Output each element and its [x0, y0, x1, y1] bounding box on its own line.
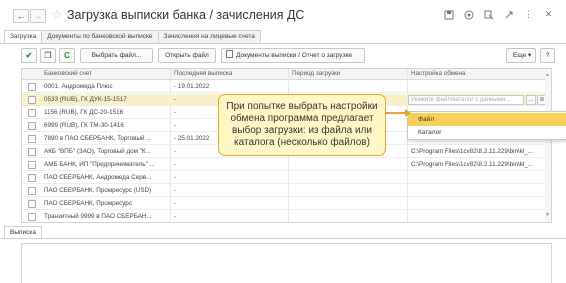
cell-account: 6999 (RUB), ГК ТМ-30-1416	[44, 122, 124, 129]
table-row[interactable]: АМБ БАНК, ИП "Предприниматель" ... - C:\Pr…	[22, 159, 551, 171]
callout-text: При попытке выбрать настройки обмена про…	[226, 101, 378, 148]
uncheck-all-button[interactable]: ❐	[40, 48, 56, 63]
tab-bar: Загрузка Документы по банковской выписке…	[4, 30, 261, 43]
row-checkbox[interactable]	[28, 135, 36, 143]
choose-file-button[interactable]: Выбрать файл...	[80, 48, 153, 63]
check-icon: ✔	[25, 51, 33, 60]
column-header-settings[interactable]: Настройка обмена	[411, 70, 466, 77]
table-row[interactable]: ПАО СБЕРБАНК, Промресурс (USD) -	[22, 185, 551, 197]
print-icon[interactable]	[463, 9, 474, 20]
scroll-down-icon[interactable]: ▼	[545, 212, 550, 218]
exchange-setting-dropdown: Файл Каталог	[407, 111, 566, 140]
tab-divider	[0, 43, 566, 44]
row-checkbox[interactable]	[28, 96, 36, 104]
cell-last-statement: -	[174, 187, 177, 194]
check-all-button[interactable]: ✔	[21, 48, 37, 63]
more-button[interactable]: Еще ▾	[506, 48, 536, 63]
dropdown-item-file[interactable]: Файл	[408, 113, 566, 126]
table-row[interactable]: 0001, Андромеда Плюс - 19.01.2022	[22, 81, 551, 93]
close-icon[interactable]: ✕	[543, 9, 554, 20]
table-row[interactable]: Транзитный 9999 в ПАО СБЕРБАН... -	[22, 211, 551, 222]
documents-label: Документы выписки / Отчет о загрузке	[236, 52, 353, 59]
cell-account: АМБ БАНК, ИП "Предприниматель" ...	[44, 161, 155, 168]
document-icon	[226, 50, 233, 58]
select-button[interactable]: ...	[526, 95, 536, 105]
dropdown-item-folder[interactable]: Каталог	[408, 126, 566, 139]
tab-load[interactable]: Загрузка	[4, 30, 43, 43]
statement-panel	[21, 243, 552, 283]
copy-icon: ❐	[44, 51, 52, 60]
column-header-period[interactable]: Период загрузки	[292, 70, 340, 77]
cell-account: Транзитный 9999 в ПАО СБЕРБАН...	[44, 213, 152, 220]
cell-last-statement: - 19.01.2022	[174, 83, 210, 90]
exchange-setting-input[interactable]: Укажите файл/каталог с данными...	[408, 95, 524, 105]
back-button[interactable]: ←	[13, 9, 29, 23]
row-checkbox[interactable]	[28, 83, 36, 91]
cell-account: ПАО СБЕРБАНК, Промресурс	[44, 200, 132, 207]
title-actions: ⋮ ✕	[443, 9, 554, 20]
cell-exchange-setting: C:\Program Files\1cv82\8.2.11.229\bin\kl…	[411, 148, 534, 155]
more-menu-icon[interactable]: ⋮	[523, 9, 534, 20]
more-label: Еще	[513, 52, 527, 59]
arrow-left-icon: ←	[16, 11, 26, 21]
cell-account: 0001, Андромеда Плюс	[44, 83, 113, 90]
cell-account: 7890 в ПАО СБЕРБАНК, Торговый ...	[44, 135, 152, 142]
help-button[interactable]: ?	[540, 48, 555, 63]
cell-account: АКБ "ВПБ" (ЗАО), Торговый дом "К...	[44, 148, 151, 155]
table-row[interactable]: ПАО СБЕРБАНК, Промресурс -	[22, 198, 551, 210]
row-checkbox[interactable]	[28, 122, 36, 130]
column-header-account[interactable]: Банковский счет	[44, 70, 92, 77]
cell-account: ПАО СБЕРБАНК, Промресурс (USD)	[44, 187, 152, 194]
bottom-divider	[0, 238, 566, 239]
row-checkbox[interactable]	[28, 200, 36, 208]
table-row[interactable]: ПАО СБЕРБАНК, Андромеда Серв... -	[22, 172, 551, 184]
chevron-down-icon: ▾	[528, 52, 532, 59]
row-checkbox[interactable]	[28, 161, 36, 169]
tab-credits[interactable]: Зачисления на лицевые счета	[157, 30, 261, 43]
annotation-callout: При попытке выбрать настройки обмена про…	[218, 94, 386, 156]
cell-last-statement: -	[174, 174, 177, 181]
row-checkbox[interactable]	[28, 109, 36, 117]
title-bar: ← → ☆ Загрузка выписки банка / зачислени…	[0, 0, 566, 30]
cell-account: ПАО СБЕРБАНК, Андромеда Серв...	[44, 174, 152, 181]
row-checkbox[interactable]	[28, 213, 36, 221]
forward-button[interactable]: →	[30, 9, 46, 23]
link-icon[interactable]	[503, 9, 514, 20]
refresh-button[interactable]: C	[59, 48, 75, 63]
cell-account: 1156 (RUB), ГК ДС-20-1516	[44, 109, 124, 116]
favorite-star-icon[interactable]: ☆	[51, 7, 63, 23]
callout-arrow-head	[405, 109, 411, 117]
table-header: Банковский счет Последняя выписка Период…	[22, 69, 551, 80]
open-file-button[interactable]: Открыть файл	[158, 48, 216, 63]
vertical-scrollbar[interactable]: ▲ ▼	[545, 69, 551, 222]
refresh-icon: C	[64, 51, 70, 60]
row-checkbox[interactable]	[28, 187, 36, 195]
tab-documents[interactable]: Документы по банковской выписке	[41, 30, 159, 43]
cell-last-statement: -	[174, 200, 177, 207]
toolbar: ✔ ❐ C Выбрать файл... Открыть файл Докум…	[0, 48, 566, 64]
documents-button[interactable]: Документы выписки / Отчет о загрузке	[221, 48, 365, 63]
row-checkbox[interactable]	[28, 174, 36, 182]
cell-exchange-setting: C:\Program Files\1cv82\8.2.11.229\bin\kl…	[411, 161, 534, 168]
cell-last-statement: -	[174, 161, 177, 168]
cell-last-statement: -	[174, 213, 177, 220]
cell-account: 0533 (RUB), ГК ДУК-15-1517	[44, 96, 127, 103]
tab-statement[interactable]: Выписка	[4, 226, 43, 238]
arrow-right-icon: →	[33, 11, 43, 21]
row-checkbox[interactable]	[28, 148, 36, 156]
scroll-up-icon[interactable]: ▲	[545, 72, 550, 78]
save-icon[interactable]	[443, 9, 454, 20]
column-header-last-statement[interactable]: Последняя выписка	[174, 70, 232, 77]
expand-icon[interactable]	[483, 9, 494, 20]
window-title: Загрузка выписки банка / зачисления ДС	[67, 8, 305, 22]
